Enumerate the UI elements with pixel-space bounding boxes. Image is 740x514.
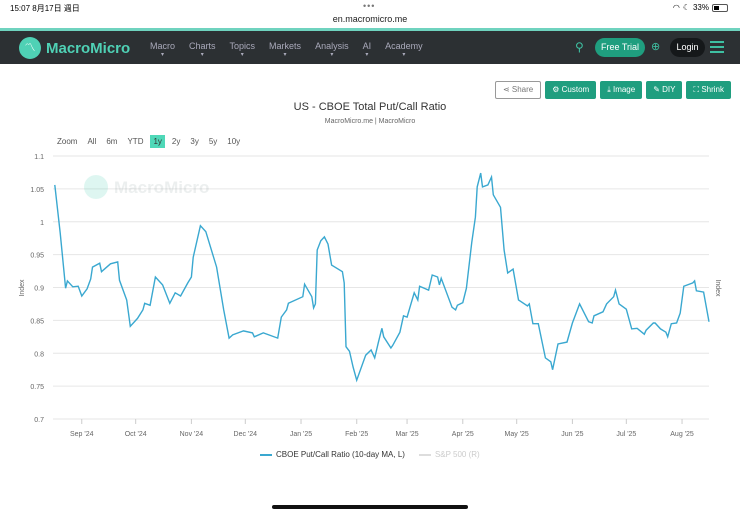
x-tick-label: Feb '25 (345, 431, 368, 438)
x-tick-label: Nov '24 (180, 431, 204, 438)
y-tick-label: 0.75 (30, 384, 44, 391)
x-tick-label: Jan '25 (290, 431, 312, 438)
x-tick-label: Aug '25 (670, 431, 694, 438)
series-line-put-call[interactable] (54, 172, 710, 383)
y-tick-label: 1.05 (30, 187, 44, 194)
legend-label: CBOE Put/Call Ratio (10-day MA, L) (276, 450, 405, 459)
legend: CBOE Put/Call Ratio (10-day MA, L) S&P 5… (260, 450, 480, 459)
y-tick-label: 0.9 (34, 286, 44, 293)
x-tick-label: Jul '25 (616, 431, 636, 438)
legend-item-sp500[interactable]: S&P 500 (R) (418, 450, 480, 459)
y-axis-left-label: Index (19, 279, 26, 297)
y-tick-label: 1.1 (34, 154, 44, 161)
legend-item-put-call[interactable]: CBOE Put/Call Ratio (10-day MA, L) (260, 450, 405, 459)
x-tick-label: May '25 (505, 431, 529, 438)
x-tick-label: Jun '25 (561, 431, 583, 438)
y-tick-label: 0.8 (34, 351, 44, 358)
y-axis-right-label: Index (714, 279, 721, 297)
y-tick-label: 1 (40, 220, 44, 227)
watermark: MacroMicro (84, 175, 209, 199)
svg-text:MacroMicro: MacroMicro (114, 178, 209, 197)
y-tick-label: 0.85 (30, 318, 44, 325)
x-tick-label: Sep '24 (70, 431, 94, 438)
y-tick-label: 0.7 (34, 417, 44, 424)
x-tick-label: Dec '24 (234, 431, 258, 438)
legend-label: S&P 500 (R) (434, 450, 480, 459)
home-indicator (272, 505, 468, 509)
x-tick-label: Oct '24 (125, 431, 147, 438)
x-tick-label: Mar '25 (395, 431, 418, 438)
x-tick-label: Apr '25 (452, 431, 474, 438)
y-tick-label: 0.95 (30, 253, 44, 260)
chart-plot[interactable]: MacroMicro Index Index 1.1 1.05 1 0.95 0.9 0.… (0, 0, 740, 514)
